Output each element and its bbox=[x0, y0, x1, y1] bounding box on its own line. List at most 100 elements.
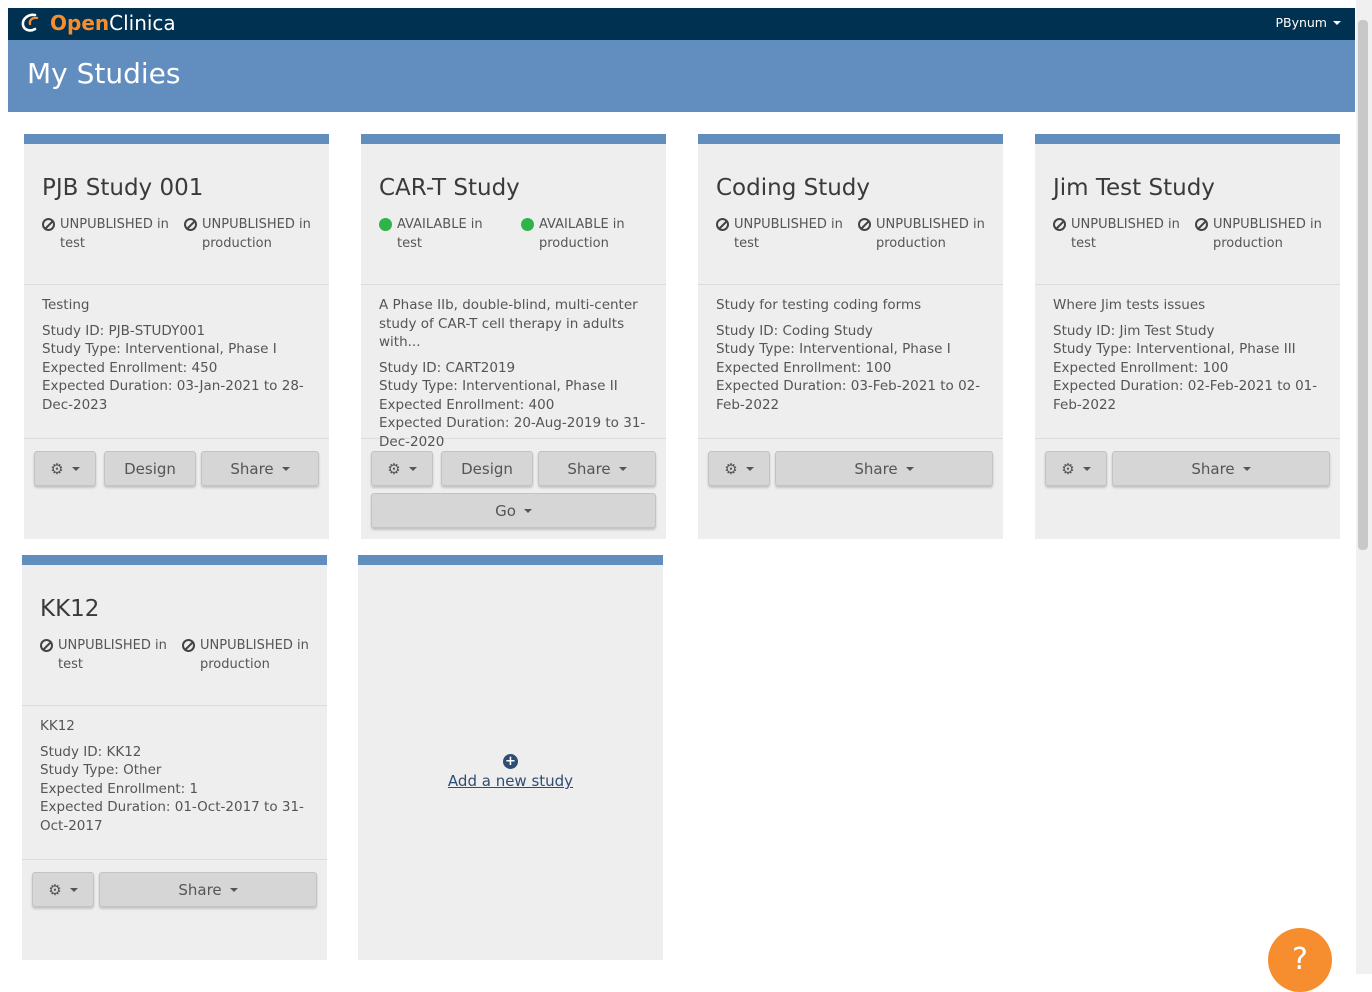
share-dropdown-button[interactable]: Share bbox=[201, 451, 319, 486]
settings-dropdown-button[interactable]: ⚙ bbox=[708, 451, 770, 486]
caret-down-icon bbox=[281, 466, 290, 471]
study-enrollment: Expected Enrollment: 400 bbox=[379, 396, 555, 413]
study-title[interactable]: Jim Test Study bbox=[1053, 175, 1215, 201]
unpublished-ban-icon bbox=[716, 218, 729, 231]
gear-icon: ⚙ bbox=[387, 459, 401, 478]
caret-down-icon bbox=[408, 466, 417, 471]
plus-circle-icon[interactable]: + bbox=[503, 754, 518, 769]
status-label: UNPUBLISHED in bbox=[60, 217, 169, 232]
share-label: Share bbox=[230, 459, 274, 478]
study-duration: Expected Duration: 20-Aug-2019 to 31-Dec… bbox=[379, 415, 646, 450]
unpublished-ban-icon bbox=[1053, 218, 1066, 231]
study-type: Study Type: Interventional, Phase I bbox=[42, 341, 277, 357]
caret-down-icon bbox=[71, 466, 80, 471]
status-env: production bbox=[202, 236, 272, 251]
status-label: UNPUBLISHED in bbox=[58, 638, 167, 653]
study-title[interactable]: KK12 bbox=[40, 596, 99, 622]
status-env: production bbox=[200, 657, 270, 672]
status-label: UNPUBLISHED in bbox=[1071, 217, 1180, 232]
caret-down-icon bbox=[905, 466, 914, 471]
share-dropdown-button[interactable]: Share bbox=[538, 451, 656, 486]
study-description: A Phase IIb, double-blind, multi-center … bbox=[379, 297, 638, 350]
settings-dropdown-button[interactable]: ⚙ bbox=[34, 451, 96, 486]
gear-icon: ⚙ bbox=[1061, 459, 1075, 478]
status-test: AVAILABLE in test bbox=[379, 215, 483, 253]
top-navbar: OpenClinica PBynum bbox=[8, 8, 1355, 40]
status-env: production bbox=[539, 236, 609, 251]
status-production: AVAILABLE in production bbox=[521, 215, 625, 253]
study-card-jim-test-study: Jim Test Study UNPUBLISHED in test UNPUB… bbox=[1035, 134, 1340, 539]
status-production: UNPUBLISHED in production bbox=[1195, 215, 1322, 253]
study-id: Study ID: Jim Test Study bbox=[1053, 322, 1215, 339]
settings-dropdown-button[interactable]: ⚙ bbox=[1045, 451, 1107, 486]
study-card-pjb-study-001: PJB Study 001 UNPUBLISHED in test UNPUBL… bbox=[24, 134, 329, 539]
unpublished-ban-icon bbox=[42, 218, 55, 231]
study-enrollment: Expected Enrollment: 450 bbox=[42, 359, 218, 376]
share-label: Share bbox=[567, 459, 611, 478]
status-production: UNPUBLISHED in production bbox=[184, 215, 311, 253]
study-title[interactable]: Coding Study bbox=[716, 175, 870, 201]
study-title[interactable]: PJB Study 001 bbox=[42, 175, 203, 201]
caret-down-icon bbox=[618, 466, 627, 471]
help-button[interactable]: ? bbox=[1268, 928, 1332, 992]
status-label: AVAILABLE in bbox=[539, 217, 625, 232]
logo-swirl-icon bbox=[21, 13, 39, 32]
page-scrollbar-thumb[interactable] bbox=[1358, 20, 1368, 550]
share-label: Share bbox=[854, 459, 898, 478]
study-id: Study ID: PJB-STUDY001 bbox=[42, 322, 206, 339]
caret-down-icon bbox=[69, 887, 78, 892]
study-type: Study Type: Other bbox=[40, 762, 162, 778]
study-duration: Expected Duration: 03-Feb-2021 to 02-Feb… bbox=[716, 378, 981, 413]
study-duration: Expected Duration: 03-Jan-2021 to 28-Dec… bbox=[42, 378, 304, 413]
status-label: UNPUBLISHED in bbox=[200, 638, 309, 653]
study-description: KK12 bbox=[40, 718, 75, 734]
unpublished-ban-icon bbox=[1195, 218, 1208, 231]
study-type: Study Type: Interventional, Phase III bbox=[1053, 341, 1296, 357]
study-card-car-t-study: CAR-T Study AVAILABLE in test AVAILABLE … bbox=[361, 134, 666, 539]
status-label: UNPUBLISHED in bbox=[202, 217, 311, 232]
add-new-study-link[interactable]: Add a new study bbox=[358, 772, 663, 790]
study-description: Testing bbox=[42, 297, 90, 313]
status-env: production bbox=[1213, 236, 1283, 251]
status-label: UNPUBLISHED in bbox=[1213, 217, 1322, 232]
study-details: A Phase IIb, double-blind, multi-center … bbox=[361, 285, 666, 450]
caret-down-icon bbox=[1242, 466, 1251, 471]
share-dropdown-button[interactable]: Share bbox=[1112, 451, 1330, 486]
study-details: Testing Study ID: PJB-STUDY001 Study Typ… bbox=[24, 285, 329, 439]
add-study-card: + Add a new study bbox=[358, 555, 663, 960]
unpublished-ban-icon bbox=[182, 639, 195, 652]
study-type: Study Type: Interventional, Phase I bbox=[716, 341, 951, 357]
design-label: Design bbox=[124, 459, 176, 478]
study-title[interactable]: CAR-T Study bbox=[379, 175, 520, 201]
user-menu-dropdown[interactable]: PBynum bbox=[1275, 15, 1341, 30]
available-dot-icon bbox=[379, 218, 392, 231]
study-card-kk12: KK12 UNPUBLISHED in test UNPUBLISHED in … bbox=[22, 555, 327, 960]
openclinica-logo[interactable]: OpenClinica bbox=[20, 11, 176, 35]
gear-icon: ⚙ bbox=[48, 880, 62, 899]
study-description: Where Jim tests issues bbox=[1053, 297, 1206, 313]
design-button[interactable]: Design bbox=[104, 451, 196, 486]
study-id: Study ID: CART2019 bbox=[379, 359, 516, 376]
share-dropdown-button[interactable]: Share bbox=[99, 872, 317, 907]
study-enrollment: Expected Enrollment: 100 bbox=[1053, 359, 1229, 376]
status-env: test bbox=[734, 236, 759, 251]
caret-down-icon bbox=[1082, 466, 1091, 471]
design-button[interactable]: Design bbox=[441, 451, 533, 486]
page-header: My Studies bbox=[8, 40, 1355, 112]
go-label: Go bbox=[495, 501, 516, 520]
available-dot-icon bbox=[521, 218, 534, 231]
share-dropdown-button[interactable]: Share bbox=[775, 451, 993, 486]
status-env: test bbox=[58, 657, 83, 672]
status-production: UNPUBLISHED in production bbox=[858, 215, 985, 253]
study-duration: Expected Duration: 02-Feb-2021 to 01-Feb… bbox=[1053, 378, 1318, 413]
status-env: test bbox=[1071, 236, 1096, 251]
study-details: Where Jim tests issues Study ID: Jim Tes… bbox=[1035, 285, 1340, 439]
unpublished-ban-icon bbox=[184, 218, 197, 231]
go-dropdown-button[interactable]: Go bbox=[371, 493, 656, 528]
settings-dropdown-button[interactable]: ⚙ bbox=[32, 872, 94, 907]
page-title: My Studies bbox=[27, 57, 181, 90]
settings-dropdown-button[interactable]: ⚙ bbox=[371, 451, 433, 486]
study-details: Study for testing coding forms Study ID:… bbox=[698, 285, 1003, 439]
status-env: test bbox=[397, 236, 422, 251]
study-id: Study ID: Coding Study bbox=[716, 322, 873, 339]
